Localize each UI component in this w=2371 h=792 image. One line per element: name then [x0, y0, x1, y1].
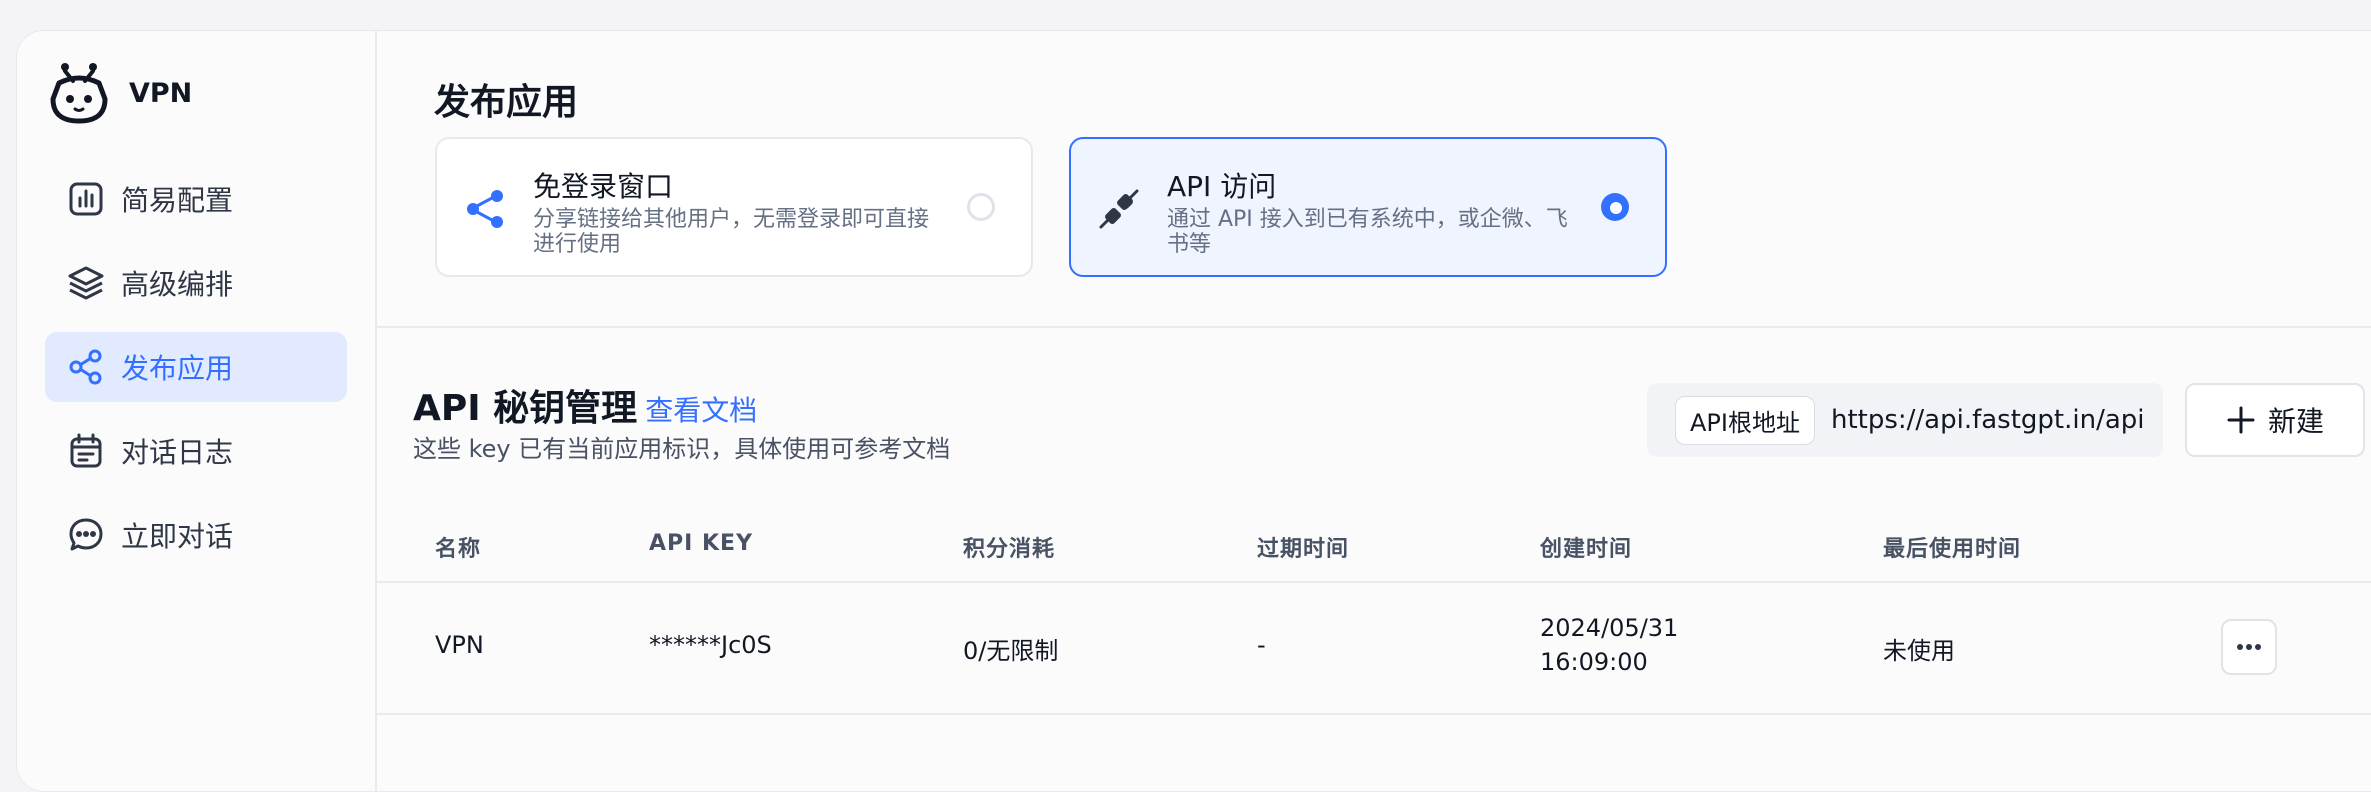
sidebar-item-advanced-flow[interactable]: 高级编排: [45, 248, 347, 318]
share-icon: [69, 349, 102, 385]
created-time: 16:09:00: [1540, 648, 1648, 676]
sidebar-nav: 简易配置 高级编排 发布应用 对话日志 立即对话: [45, 164, 347, 584]
sidebar-item-label: 简易配置: [121, 184, 234, 217]
api-base-url-box: API根地址 https://api.fastgpt.in/api: [1647, 383, 2163, 457]
sidebar-item-chat-logs[interactable]: 对话日志: [45, 416, 347, 486]
share-icon: [467, 190, 503, 228]
page-title: 发布应用: [434, 82, 579, 123]
publish-option-no-login-window[interactable]: 免登录窗口 分享链接给其他用户，无需登录即可直接进行使用: [435, 137, 1033, 277]
cell-usage: 0/无限制: [963, 637, 1059, 665]
column-header: 创建时间: [1540, 537, 1633, 562]
option-radio-selected[interactable]: [1601, 193, 1629, 221]
publish-option-api-access[interactable]: API 访问 通过 API 接入到已有系统中，或企微、飞书等: [1069, 137, 1667, 277]
sidebar-item-label: 立即对话: [121, 520, 234, 553]
column-header: 名称: [435, 537, 482, 562]
bar-chart-icon: [69, 182, 103, 216]
row-more-button[interactable]: [2221, 619, 2277, 675]
cell-last-used: 未使用: [1883, 637, 1955, 665]
api-base-url-tag: API根地址: [1675, 395, 1815, 445]
option-radio[interactable]: [967, 193, 995, 221]
layers-icon: [68, 266, 104, 300]
plus-icon: [2227, 406, 2255, 434]
robot-logo-icon: [50, 63, 108, 124]
api-section-subtitle: 这些 key 已有当前应用标识，具体使用可参考文档: [413, 435, 951, 463]
column-header: API KEY: [649, 531, 754, 556]
chat-bubble-icon: [69, 518, 103, 551]
sidebar-item-label: 高级编排: [121, 268, 234, 301]
more-dots-icon: [2237, 644, 2261, 650]
option-title: API 访问: [1167, 170, 1277, 203]
sidebar-item-label: 发布应用: [121, 352, 234, 385]
cell-created: 2024/05/31 16:09:00: [1540, 611, 1740, 679]
option-title: 免登录窗口: [533, 170, 674, 203]
brand: VPN: [49, 61, 192, 125]
column-header: 最后使用时间: [1883, 537, 2022, 562]
api-base-url[interactable]: https://api.fastgpt.in/api: [1831, 405, 2145, 435]
app-window: VPN 简易配置 高级编排 发布应用 对话日志 立即对话 发布应用 免登录窗口 …: [16, 30, 2371, 792]
main-content: 发布应用 免登录窗口 分享链接给其他用户，无需登录即可直接进行使用 API 访问: [377, 31, 2371, 791]
sidebar-item-chat-now[interactable]: 立即对话: [45, 500, 347, 570]
column-header: 过期时间: [1257, 537, 1350, 562]
cell-name: VPN: [435, 631, 484, 659]
table-header: 名称 API KEY 积分消耗 过期时间 创建时间 最后使用时间: [377, 511, 2371, 583]
api-section-header: API 秘钥管理 查看文档: [413, 379, 757, 431]
sidebar: VPN 简易配置 高级编排 发布应用 对话日志 立即对话: [17, 31, 377, 791]
column-header: 积分消耗: [963, 537, 1056, 562]
cell-api-key: ******Jc0S: [649, 631, 772, 659]
divider: [377, 326, 2371, 328]
calendar-log-icon: [70, 433, 102, 468]
cell-expire: -: [1257, 631, 1266, 659]
app-name: VPN: [129, 77, 193, 109]
option-description: 通过 API 接入到已有系统中，或企微、飞书等: [1167, 207, 1568, 257]
view-docs-link[interactable]: 查看文档: [645, 389, 757, 429]
new-key-label: 新建: [2267, 405, 2324, 438]
table-row: VPN ******Jc0S 0/无限制 - 2024/05/31 16:09:…: [377, 583, 2371, 715]
api-section-title: API 秘钥管理: [413, 388, 638, 429]
created-date: 2024/05/31: [1540, 614, 1679, 642]
sidebar-item-simple-config[interactable]: 简易配置: [45, 164, 347, 234]
new-key-button[interactable]: 新建: [2185, 383, 2365, 457]
sidebar-item-label: 对话日志: [121, 436, 234, 469]
option-description: 分享链接给其他用户，无需登录即可直接进行使用: [533, 207, 930, 257]
plug-icon: [1099, 189, 1139, 229]
sidebar-item-publish[interactable]: 发布应用: [45, 332, 347, 402]
